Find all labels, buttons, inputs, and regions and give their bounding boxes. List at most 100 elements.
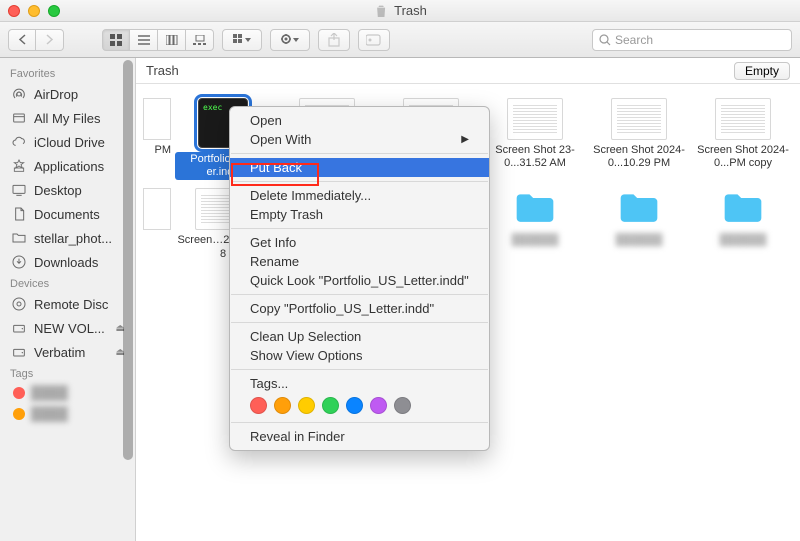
search-icon [599,34,611,46]
menu-separator [231,153,488,154]
sidebar-item-allfiles[interactable]: All My Files [0,106,135,130]
sidebar-item-label: Downloads [34,255,98,270]
share-button[interactable] [318,29,350,51]
tag-color-button[interactable] [274,397,291,414]
menu-item-label: Open [250,113,282,128]
file-cell[interactable]: Screen Shot 2024-0...10.29 PM [587,94,691,184]
zoom-window-button[interactable] [48,5,60,17]
close-window-button[interactable] [8,5,20,17]
edit-tags-button[interactable] [358,29,390,51]
sidebar-item-label: iCloud Drive [34,135,105,150]
action-button[interactable] [270,29,310,51]
tag-dot-icon [13,408,25,420]
trash-icon [373,3,389,19]
menu-item[interactable]: Reveal in Finder [230,427,489,446]
file-thumb-folder[interactable] [507,188,563,230]
menu-separator [231,181,488,182]
search-field[interactable]: Search [592,29,792,51]
menu-item[interactable]: Open With▶ [230,130,489,149]
menu-item-label: Rename [250,254,299,269]
icon-view-button[interactable] [102,29,130,51]
menu-item[interactable]: Clean Up Selection [230,327,489,346]
list-view-button[interactable] [130,29,158,51]
sidebar-item-label: All My Files [34,111,100,126]
file-cell[interactable]: Screen Shot 2024-0...PM copy [691,94,795,184]
column-view-button[interactable] [158,29,186,51]
menu-separator [231,228,488,229]
sidebar-tag[interactable]: ████ [0,403,135,424]
sidebar-item-label: Documents [34,207,100,222]
sidebar-item-documents[interactable]: Documents [0,202,135,226]
file-thumb-folder[interactable] [611,188,667,230]
minimize-window-button[interactable] [28,5,40,17]
documents-icon [10,205,28,223]
menu-item[interactable]: Quick Look "Portfolio_US_Letter.indd" [230,271,489,290]
folder-icon [10,229,28,247]
menu-item-label: Empty Trash [250,207,323,222]
menu-item[interactable]: Empty Trash [230,205,489,224]
file-thumb-doc[interactable] [611,98,667,140]
sidebar-device[interactable]: NEW VOL... ⏏ [0,316,135,340]
file-name-label: ██████ [616,234,663,247]
menu-item-label: Reveal in Finder [250,429,345,444]
file-name-label: Screen Shot 2024-0...PM copy [695,144,791,170]
sidebar-item-airdrop[interactable]: AirDrop [0,82,135,106]
tag-color-button[interactable] [250,397,267,414]
arrange-button[interactable] [222,29,262,51]
sidebar: Favorites AirDrop All My Files iCloud Dr… [0,58,136,541]
menu-separator [231,294,488,295]
drive-icon [10,319,28,337]
file-thumb-doc[interactable] [715,98,771,140]
menu-item[interactable]: Copy "Portfolio_US_Letter.indd" [230,299,489,318]
menu-item[interactable]: Open [230,111,489,130]
menu-item[interactable]: Tags... [230,374,489,393]
file-cell[interactable]: ██████ [691,184,795,264]
menu-item-label: Quick Look "Portfolio_US_Letter.indd" [250,273,469,288]
empty-trash-button[interactable]: Empty [734,62,790,80]
window-title: Trash [373,3,427,19]
file-name-label: Screen Shot 23-0...31.52 AM [487,144,583,170]
file-cell-partial[interactable] [141,184,171,264]
menu-separator [231,369,488,370]
sidebar-item-apps[interactable]: Applications [0,154,135,178]
menu-item-label: Clean Up Selection [250,329,361,344]
downloads-icon [10,253,28,271]
file-thumb-folder[interactable] [715,188,771,230]
sidebar-item-folder[interactable]: stellar_phot... [0,226,135,250]
file-cell[interactable]: ██████ [483,184,587,264]
submenu-arrow-icon: ▶ [461,134,469,145]
file-cell[interactable]: ██████ [587,184,691,264]
desktop-icon [10,181,28,199]
back-button[interactable] [8,29,36,51]
view-switcher [102,29,214,51]
menu-item[interactable]: Get Info [230,233,489,252]
sidebar-item-label: Verbatim [34,345,85,360]
allfiles-icon [10,109,28,127]
sidebar-item-downloads[interactable]: Downloads [0,250,135,274]
file-thumb-doc[interactable] [507,98,563,140]
file-cell-partial[interactable]: PM [141,94,171,184]
file-cell[interactable]: Screen Shot 23-0...31.52 AM [483,94,587,184]
file-name-label: Screen Shot 2024-0...10.29 PM [591,144,687,170]
sidebar-device[interactable]: Remote Disc [0,292,135,316]
gallery-view-button[interactable] [186,29,214,51]
sidebar-item-desktop[interactable]: Desktop [0,178,135,202]
sidebar-scrollbar[interactable] [121,58,135,541]
tag-color-button[interactable] [322,397,339,414]
sidebar-device[interactable]: Verbatim ⏏ [0,340,135,364]
sidebar-item-label: Desktop [34,183,82,198]
disc-icon [10,295,28,313]
sidebar-item-label: Remote Disc [34,297,108,312]
menu-item[interactable]: Put Back [230,158,489,177]
menu-item[interactable]: Rename [230,252,489,271]
tag-color-button[interactable] [346,397,363,414]
tag-color-button[interactable] [370,397,387,414]
sidebar-item-cloud[interactable]: iCloud Drive [0,130,135,154]
menu-item[interactable]: Delete Immediately... [230,186,489,205]
menu-separator [231,322,488,323]
menu-item[interactable]: Show View Options [230,346,489,365]
forward-button[interactable] [36,29,64,51]
tag-color-button[interactable] [298,397,315,414]
sidebar-tag[interactable]: ████ [0,382,135,403]
tag-color-button[interactable] [394,397,411,414]
